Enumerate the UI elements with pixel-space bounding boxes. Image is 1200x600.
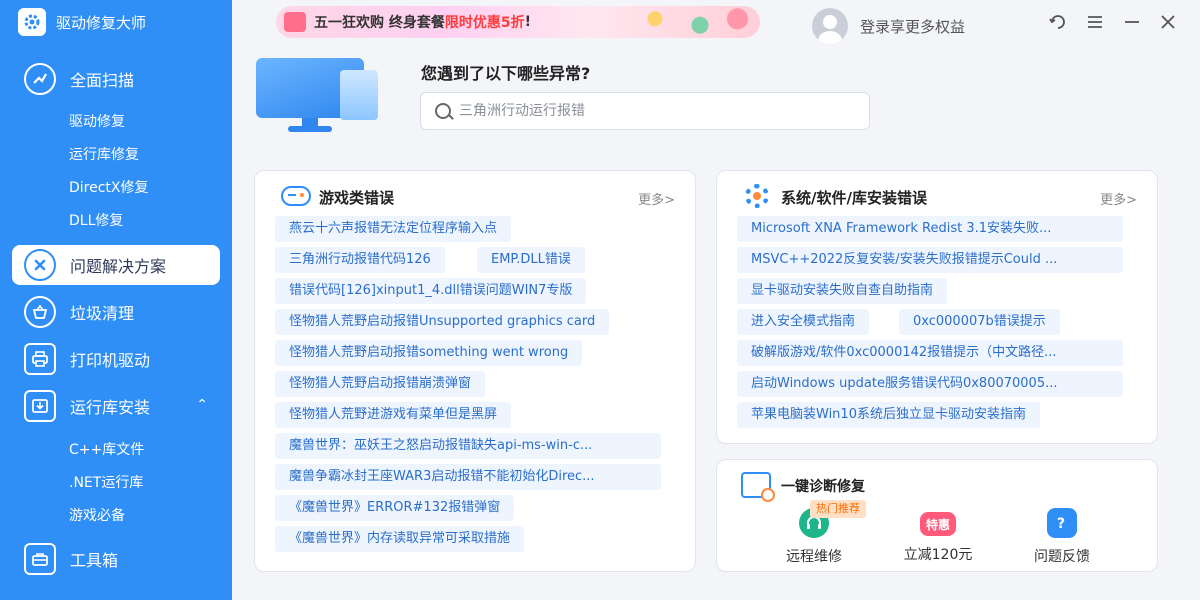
search-box[interactable] — [420, 92, 870, 130]
system-errors-card: 系统/软件/库安装错误 更多> Microsoft XNA Framework … — [716, 170, 1158, 444]
error-tag[interactable]: 怪物猎人荒野进游戏有菜单但是黑屏 — [275, 402, 512, 428]
discount-button[interactable]: 特惠 立减120元 — [883, 508, 993, 564]
error-tag[interactable]: 三角洲行动报错代码126 — [275, 247, 445, 273]
search-icon — [435, 103, 451, 119]
gear-icon — [741, 183, 773, 209]
error-tag[interactable]: 魔兽争霸冰封王座WAR3启动报错不能初始化Direc... — [275, 464, 661, 490]
sidebar-item-label: 运行库安装 — [70, 398, 151, 417]
hero-question: 您遇到了以下哪些异常? — [421, 64, 591, 83]
app-logo-icon — [18, 8, 46, 36]
diagnose-card: 一键诊断修复 远程维修 特惠 立减120元 ? 问题反馈 — [716, 459, 1158, 572]
diag-item-label: 远程维修 — [786, 549, 842, 565]
sidebar-sub-cpp[interactable]: C++库文件 — [69, 439, 144, 459]
sidebar-item-runtime[interactable]: 运行库安装 ⌃ — [12, 386, 220, 426]
printer-icon — [24, 343, 56, 375]
chevron-up-icon[interactable]: ⌃ — [196, 397, 208, 413]
toolbox-icon — [24, 543, 56, 575]
banner-highlight: 限时优惠5折 — [444, 15, 525, 31]
sidebar-sub-dll-repair[interactable]: DLL修复 — [69, 210, 123, 230]
sidebar-item-printer[interactable]: 打印机驱动 — [12, 339, 220, 379]
login-area[interactable]: 登录享更多权益 — [812, 8, 965, 44]
avatar-icon[interactable] — [812, 8, 848, 44]
close-icon[interactable] — [1156, 10, 1180, 34]
error-tag[interactable]: 《魔兽世界》内存读取异常可采取措施 — [275, 526, 525, 552]
app-title: 驱动修复大师 — [56, 13, 147, 32]
sidebar-item-solutions[interactable]: 问题解决方案 — [12, 245, 220, 285]
sidebar-sub-game-essentials[interactable]: 游戏必备 — [69, 505, 125, 525]
error-tag[interactable]: 0xc000007b错误提示 — [899, 309, 1060, 335]
login-text[interactable]: 登录享更多权益 — [860, 16, 965, 37]
search-input[interactable] — [459, 103, 859, 119]
sidebar-sub-dotnet[interactable]: .NET运行库 — [69, 472, 143, 492]
promo-banner[interactable]: 五一狂欢购 终身套餐 限时优惠5折 ! — [276, 6, 760, 38]
svg-text:?: ? — [1057, 516, 1065, 532]
minimize-icon[interactable] — [1120, 10, 1144, 34]
sidebar-sub-runtime-repair[interactable]: 运行库修复 — [69, 144, 139, 164]
download-box-icon — [24, 390, 56, 422]
gamepad-icon — [279, 183, 311, 209]
sidebar-item-label: 工具箱 — [70, 551, 119, 570]
error-tag[interactable]: 怪物猎人荒野启动报错崩溃弹窗 — [275, 371, 486, 397]
feedback-refresh-icon[interactable] — [1046, 10, 1070, 34]
error-tag[interactable]: 错误代码[126]xinput1_4.dll错误问题WIN7专版 — [275, 278, 587, 304]
diagnose-icon — [741, 472, 775, 502]
sidebar-item-scan[interactable]: 全面扫描 — [12, 59, 220, 99]
menu-icon[interactable] — [1083, 10, 1107, 34]
error-tag[interactable]: 进入安全模式指南 — [737, 309, 870, 335]
error-tag[interactable]: 破解版游戏/软件0xc0000142报错提示（中文路径... — [737, 340, 1123, 366]
hot-badge: 热门推荐 — [810, 500, 866, 518]
error-tag[interactable]: MSVC++2022反复安装/安装失败报错提示Could ... — [737, 247, 1123, 273]
sidebar-item-label: 问题解决方案 — [70, 257, 167, 276]
banner-suffix: ! — [524, 14, 532, 30]
monitor-illustration-icon — [254, 56, 384, 132]
scan-icon — [24, 63, 56, 95]
sidebar-item-label: 打印机驱动 — [70, 351, 151, 370]
more-link[interactable]: 更多> — [1100, 189, 1137, 208]
card-title: 系统/软件/库安装错误 — [781, 189, 927, 207]
sidebar-item-toolbox[interactable]: 工具箱 — [12, 539, 220, 579]
sidebar-item-label: 垃圾清理 — [70, 304, 135, 323]
card-title: 游戏类错误 — [319, 189, 395, 207]
error-tag[interactable]: 启动Windows update服务错误代码0x80070005... — [737, 371, 1123, 397]
discount-icon: 特惠 — [920, 512, 956, 536]
error-tag[interactable]: 怪物猎人荒野启动报错something went wrong — [275, 340, 583, 366]
error-tag[interactable]: 显卡驱动安装失败自查自助指南 — [737, 278, 948, 304]
sidebar-item-label: 全面扫描 — [70, 71, 135, 90]
error-tag[interactable]: 苹果电脑装Win10系统后独立显卡驱动安装指南 — [737, 402, 1040, 428]
feedback-button[interactable]: ? 问题反馈 — [1007, 508, 1117, 566]
sidebar-item-clean[interactable]: 垃圾清理 — [12, 292, 220, 332]
gift-icon — [284, 12, 306, 32]
sidebar-sub-driver-repair[interactable]: 驱动修复 — [69, 111, 125, 131]
more-link[interactable]: 更多> — [638, 189, 675, 208]
card-title: 一键诊断修复 — [781, 479, 865, 495]
special-badge: 特惠 — [925, 517, 950, 532]
feedback-icon: ? — [1047, 508, 1077, 538]
sidebar: 驱动修复大师 全面扫描 驱动修复 运行库修复 DirectX修复 DLL修复 问… — [0, 0, 232, 600]
game-errors-card: 游戏类错误 更多> 燕云十六声报错无法定位程序输入点 三角洲行动报错代码126 … — [254, 170, 696, 572]
error-tag[interactable]: 《魔兽世界》ERROR#132报错弹窗 — [275, 495, 515, 521]
error-tag[interactable]: Microsoft XNA Framework Redist 3.1安装失败..… — [737, 216, 1123, 242]
error-tag[interactable]: EMP.DLL错误 — [477, 247, 585, 273]
basket-icon — [24, 296, 56, 328]
diag-item-label: 问题反馈 — [1034, 549, 1090, 565]
error-tag[interactable]: 怪物猎人荒野启动报错Unsupported graphics card — [275, 309, 610, 335]
banner-prefix: 五一狂欢购 终身套餐 — [314, 15, 445, 31]
app-brand: 驱动修复大师 — [18, 8, 146, 36]
banner-decoration-icon — [610, 6, 760, 38]
diag-item-label: 立减120元 — [903, 547, 973, 563]
error-tag[interactable]: 魔兽世界：巫妖王之怒启动报错缺失api-ms-win-c... — [275, 433, 661, 459]
error-tag[interactable]: 燕云十六声报错无法定位程序输入点 — [275, 216, 512, 242]
sidebar-sub-directx-repair[interactable]: DirectX修复 — [69, 177, 149, 197]
x-circle-icon — [24, 249, 56, 281]
